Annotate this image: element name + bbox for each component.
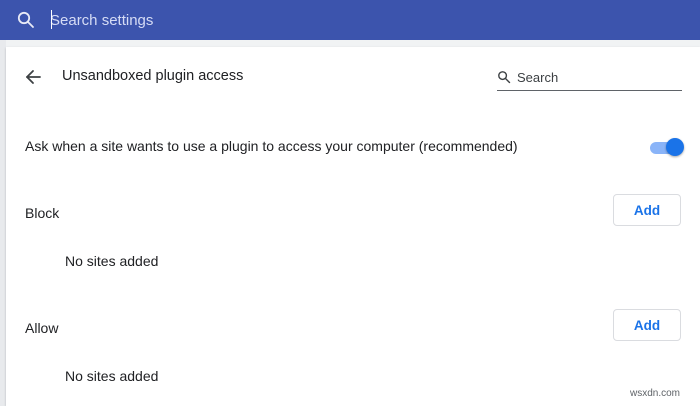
back-arrow-icon[interactable] (22, 66, 44, 88)
block-empty-message: No sites added (65, 253, 159, 269)
ask-setting-label: Ask when a site wants to use a plugin to… (25, 138, 518, 154)
subpage-search-input[interactable] (517, 67, 677, 87)
toggle-knob (666, 138, 684, 156)
search-icon (497, 70, 511, 84)
block-add-button[interactable]: Add (613, 194, 681, 226)
allow-add-button[interactable]: Add (613, 309, 681, 341)
allow-section-label: Allow (25, 320, 59, 336)
search-icon[interactable] (16, 10, 36, 30)
settings-card (6, 47, 700, 406)
search-settings-input[interactable] (50, 8, 410, 32)
subpage-search[interactable] (497, 67, 682, 91)
allow-empty-message: No sites added (65, 368, 159, 384)
top-search-bar (0, 0, 700, 40)
text-caret (51, 10, 52, 29)
ask-setting-toggle[interactable] (650, 138, 684, 156)
block-section-label: Block (25, 205, 60, 221)
page-title: Unsandboxed plugin access (62, 68, 244, 84)
watermark: wsxdn.com (630, 388, 681, 399)
